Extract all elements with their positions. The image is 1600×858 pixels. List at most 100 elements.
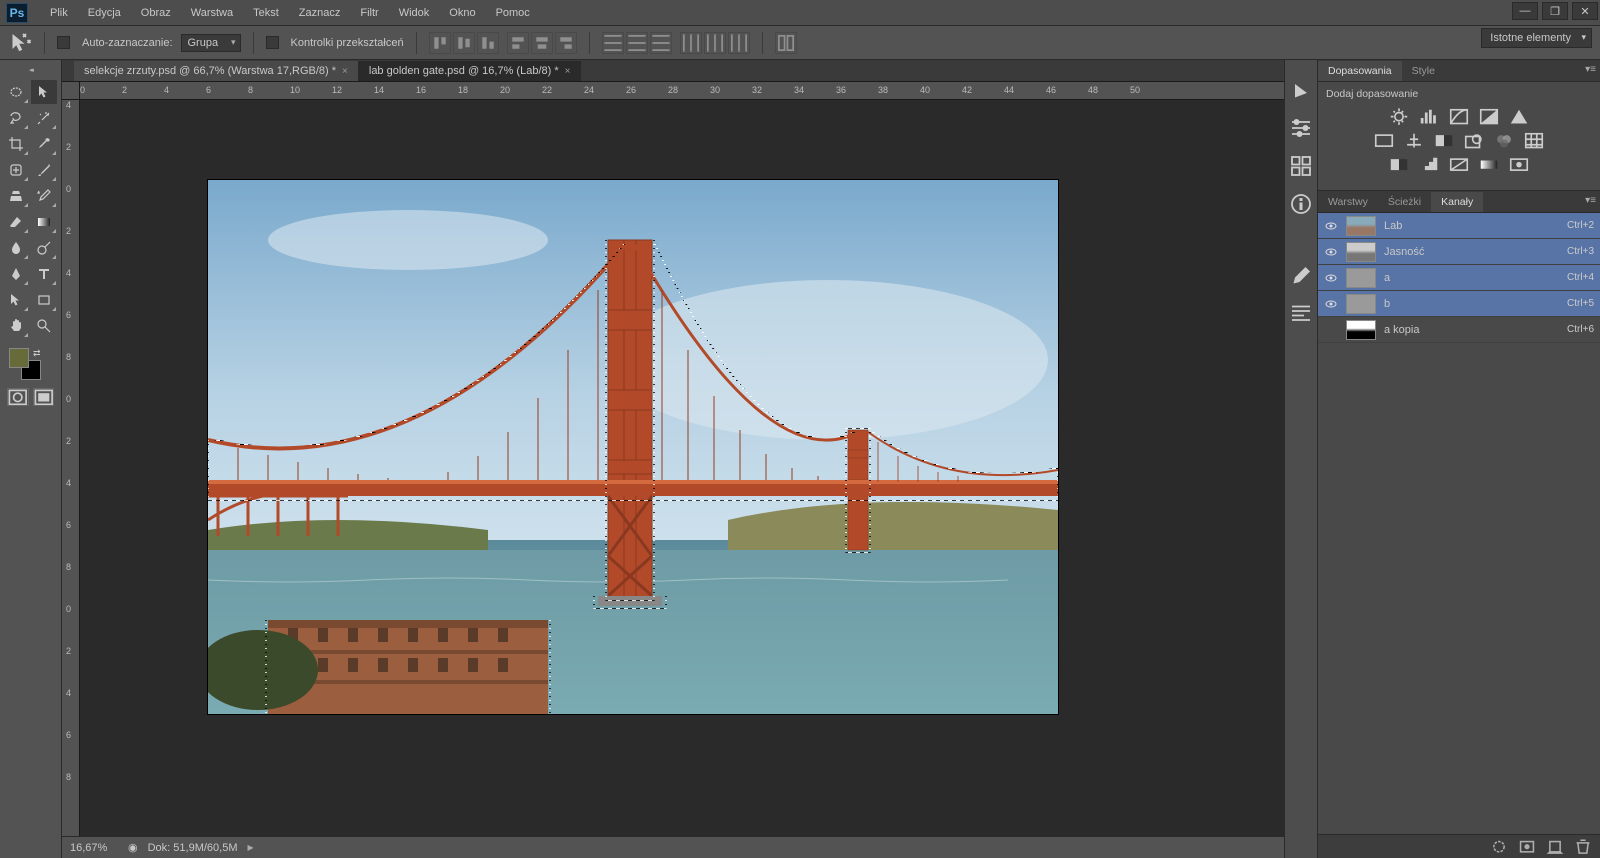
visibility-toggle-icon[interactable]: [1324, 323, 1338, 337]
save-selection-icon[interactable]: [1518, 839, 1536, 855]
dist-top-button[interactable]: [602, 32, 624, 54]
eraser-tool[interactable]: [3, 210, 29, 234]
zoom-field[interactable]: 16,67%: [70, 842, 118, 854]
canvas[interactable]: [208, 180, 1058, 714]
zoom-tool[interactable]: [31, 314, 57, 338]
history-panel-icon[interactable]: [1289, 78, 1313, 102]
close-tab-icon[interactable]: ×: [342, 66, 348, 77]
visibility-toggle-icon[interactable]: [1324, 245, 1338, 259]
auto-select-checkbox[interactable]: [57, 36, 70, 49]
document-tab[interactable]: lab golden gate.psd @ 16,7% (Lab/8) *×: [359, 61, 582, 81]
invert-icon[interactable]: [1388, 156, 1410, 174]
brush-tool[interactable]: [31, 158, 57, 182]
channel-row[interactable]: aCtrl+4: [1318, 265, 1600, 291]
quick-mask-button[interactable]: [7, 388, 29, 406]
channel-row[interactable]: bCtrl+5: [1318, 291, 1600, 317]
align-top-button[interactable]: [429, 32, 451, 54]
menu-widok[interactable]: Widok: [389, 3, 440, 23]
ruler-origin[interactable]: [62, 82, 80, 100]
close-button[interactable]: ✕: [1572, 2, 1598, 20]
hue-sat-icon[interactable]: [1373, 132, 1395, 150]
menu-obraz[interactable]: Obraz: [131, 3, 181, 23]
hand-tool[interactable]: [3, 314, 29, 338]
photo-filter-icon[interactable]: [1463, 132, 1485, 150]
selective-color-icon[interactable]: [1508, 156, 1530, 174]
align-vcenter-button[interactable]: [453, 32, 475, 54]
visibility-toggle-icon[interactable]: [1324, 219, 1338, 233]
move-tool[interactable]: [31, 80, 57, 104]
doc-info-menu[interactable]: ▶: [248, 843, 254, 852]
blur-tool[interactable]: [3, 236, 29, 260]
channel-row[interactable]: JasnośćCtrl+3: [1318, 239, 1600, 265]
layers-tab[interactable]: Warstwy: [1318, 192, 1378, 212]
path-selection-tool[interactable]: [3, 288, 29, 312]
dist-vcenter-button[interactable]: [626, 32, 648, 54]
screen-mode-button[interactable]: [33, 388, 55, 406]
posterize-icon[interactable]: [1418, 156, 1440, 174]
workspace-dropdown[interactable]: Istotne elementy: [1481, 28, 1592, 48]
menu-edycja[interactable]: Edycja: [78, 3, 131, 23]
channels-tab[interactable]: Kanały: [1431, 192, 1483, 212]
pen-tool[interactable]: [3, 262, 29, 286]
history-brush-tool[interactable]: [31, 184, 57, 208]
paths-tab[interactable]: Ścieżki: [1378, 192, 1431, 212]
levels-icon[interactable]: [1418, 108, 1440, 126]
swatches-panel-icon[interactable]: [1289, 154, 1313, 178]
align-hcenter-button[interactable]: [531, 32, 553, 54]
dist-left-button[interactable]: [680, 32, 702, 54]
menu-warstwa[interactable]: Warstwa: [181, 3, 243, 23]
clone-stamp-tool[interactable]: [3, 184, 29, 208]
close-tab-icon[interactable]: ×: [565, 66, 571, 77]
paragraph-panel-icon[interactable]: [1289, 302, 1313, 326]
load-selection-icon[interactable]: [1490, 839, 1508, 855]
horizontal-ruler[interactable]: 0246810121416182022242628303234363840424…: [80, 82, 1284, 100]
maximize-button[interactable]: ❐: [1542, 2, 1568, 20]
brightness-contrast-icon[interactable]: [1388, 108, 1410, 126]
crop-tool[interactable]: [3, 132, 29, 156]
align-right-button[interactable]: [555, 32, 577, 54]
document-tab[interactable]: selekcje zrzuty.psd @ 66,7% (Warstwa 17,…: [74, 61, 359, 81]
minimize-button[interactable]: —: [1512, 2, 1538, 20]
dist-hcenter-button[interactable]: [704, 32, 726, 54]
type-tool[interactable]: [31, 262, 57, 286]
lasso-tool[interactable]: [3, 106, 29, 130]
menu-plik[interactable]: Plik: [40, 3, 78, 23]
gradient-map-icon[interactable]: [1478, 156, 1500, 174]
dodge-tool[interactable]: [31, 236, 57, 260]
menu-tekst[interactable]: Tekst: [243, 3, 289, 23]
vertical-ruler[interactable]: 42024680246802468: [62, 100, 80, 858]
panel-menu-icon[interactable]: ▾≡: [1585, 64, 1596, 75]
delete-channel-icon[interactable]: [1574, 839, 1592, 855]
info-panel-icon[interactable]: [1289, 192, 1313, 216]
dist-bottom-button[interactable]: [650, 32, 672, 54]
panel-menu-icon[interactable]: ▾≡: [1585, 195, 1596, 206]
channel-row[interactable]: LabCtrl+2: [1318, 213, 1600, 239]
magic-wand-tool[interactable]: [31, 106, 57, 130]
foreground-color-swatch[interactable]: [9, 348, 29, 368]
vibrance-icon[interactable]: [1508, 108, 1530, 126]
color-balance-icon[interactable]: [1403, 132, 1425, 150]
exposure-icon[interactable]: [1478, 108, 1500, 126]
curves-icon[interactable]: [1448, 108, 1470, 126]
menu-okno[interactable]: Okno: [439, 3, 485, 23]
marquee-tool[interactable]: [3, 80, 29, 104]
healing-brush-tool[interactable]: [3, 158, 29, 182]
new-channel-icon[interactable]: [1546, 839, 1564, 855]
properties-panel-icon[interactable]: [1289, 116, 1313, 140]
eyedropper-tool[interactable]: [31, 132, 57, 156]
align-bottom-button[interactable]: [477, 32, 499, 54]
transform-controls-checkbox[interactable]: [266, 36, 279, 49]
channel-row[interactable]: a kopiaCtrl+6: [1318, 317, 1600, 343]
visibility-toggle-icon[interactable]: [1324, 271, 1338, 285]
auto-align-button[interactable]: [775, 32, 797, 54]
visibility-toggle-icon[interactable]: [1324, 297, 1338, 311]
adjustments-tab[interactable]: Dopasowania: [1318, 61, 1402, 81]
rectangle-tool[interactable]: [31, 288, 57, 312]
channel-mixer-icon[interactable]: [1493, 132, 1515, 150]
status-icon[interactable]: ◉: [128, 841, 138, 854]
brushes-panel-icon[interactable]: [1289, 264, 1313, 288]
auto-select-mode-dropdown[interactable]: Grupa: [181, 34, 241, 52]
collapse-tools-button[interactable]: [3, 64, 58, 76]
black-white-icon[interactable]: [1433, 132, 1455, 150]
gradient-tool[interactable]: [31, 210, 57, 234]
